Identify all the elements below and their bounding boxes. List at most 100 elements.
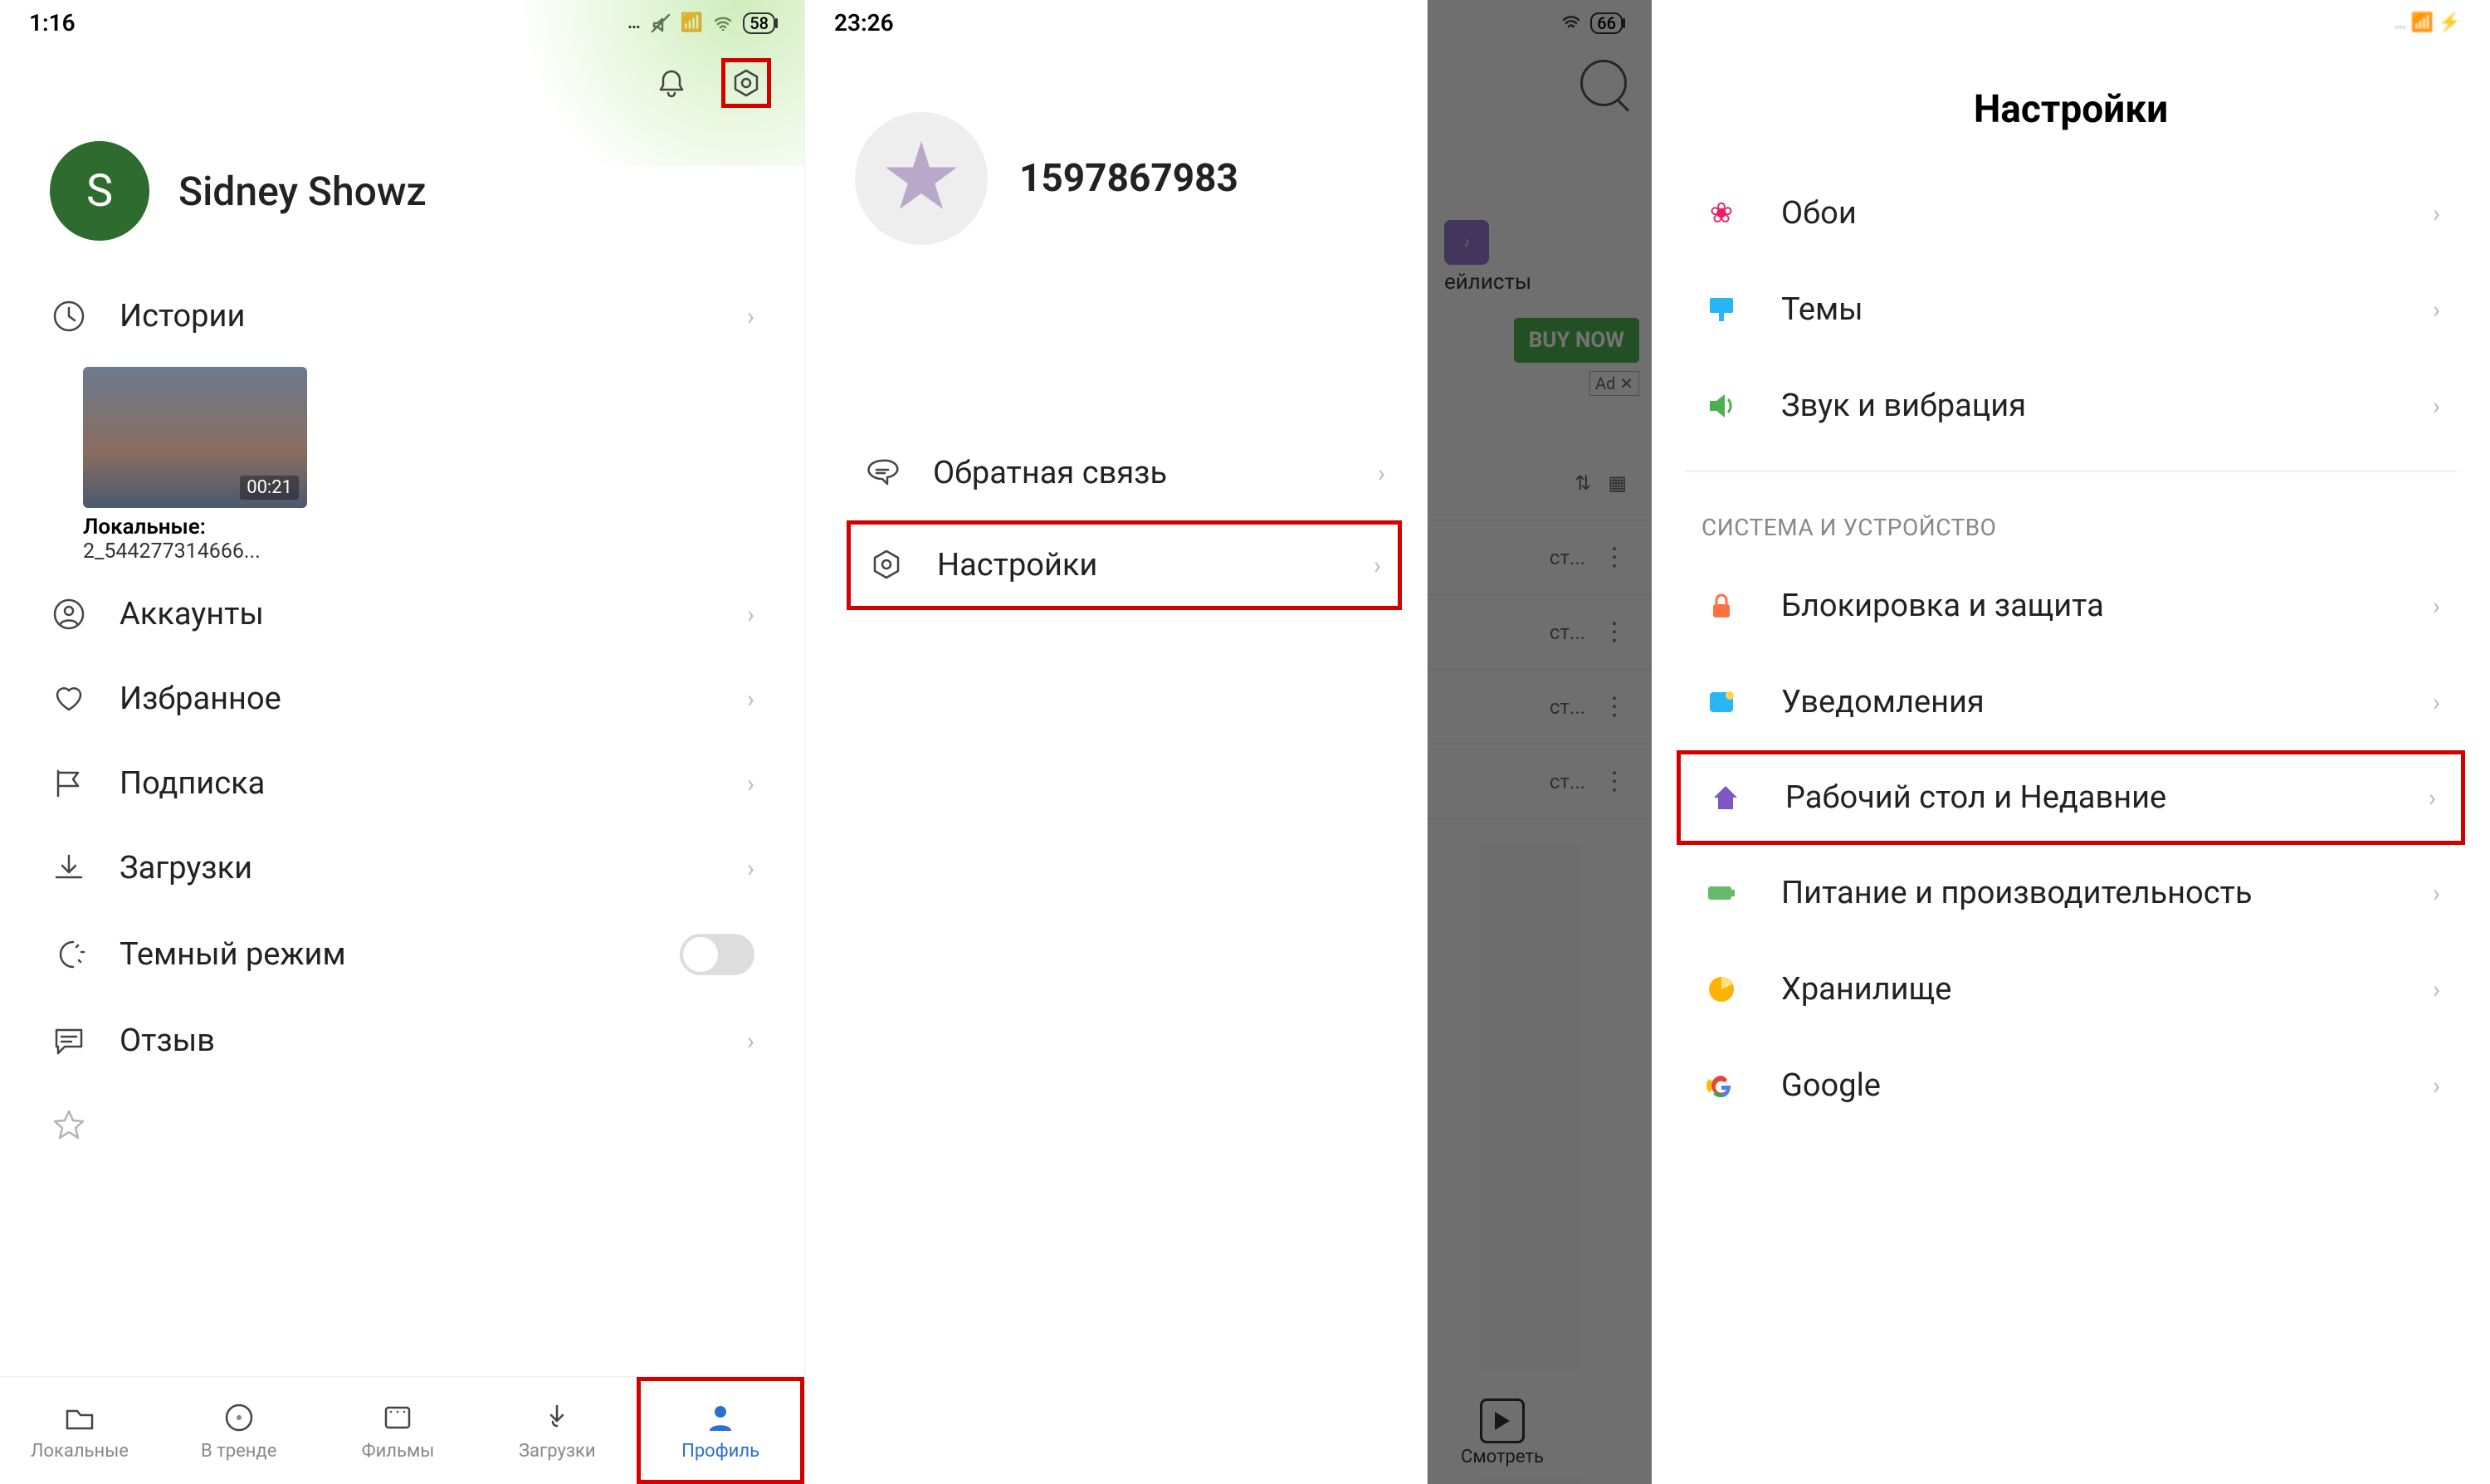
google-icon (1702, 1066, 1741, 1106)
heart-icon (50, 680, 88, 718)
settings-item-storage[interactable]: Хранилище › (1685, 941, 2457, 1037)
person-circle-icon (50, 595, 88, 633)
menu-item-history[interactable]: Истории › (33, 274, 771, 359)
home-icon (1706, 778, 1745, 818)
top-toolbar (0, 46, 804, 120)
settings-category: СИСТЕМА И УСТРОЙСТВО (1652, 489, 2490, 558)
modal-overlay[interactable] (1428, 0, 1652, 1484)
chevron-right-icon: › (747, 685, 754, 714)
username-label: Sidney Showz (178, 168, 427, 215)
nav-profile[interactable]: Профиль (637, 1377, 804, 1484)
story-caption-2: 2_544277314666... (83, 539, 721, 564)
star-icon (884, 141, 959, 216)
profile-header[interactable]: S Sidney Showz (0, 120, 804, 274)
settings-item-google[interactable]: Google › (1685, 1037, 2457, 1134)
status-bar: 23:26 (805, 0, 1427, 46)
screen-system-settings: ‎ … 📶 ⚡ Настройки ❀ Обои › Темы › Звук и… (1652, 0, 2490, 1484)
notifications-square-icon (1702, 682, 1741, 722)
story-thumbnail: 00:21 (83, 367, 307, 508)
battery-icon (1702, 873, 1741, 913)
chevron-right-icon: › (747, 1027, 754, 1056)
profile-menu: Истории › 00:21 Локальные: 2_54427731466… (0, 274, 804, 1168)
avatar: S (50, 141, 149, 241)
settings-item-power[interactable]: Питание и производительность › (1685, 845, 2457, 941)
clock-icon (50, 297, 88, 335)
storage-pie-icon (1702, 969, 1741, 1009)
settings-item-lock[interactable]: Блокировка и защита › (1685, 558, 2457, 654)
chevron-right-icon: › (2433, 295, 2440, 325)
notifications-button[interactable] (647, 58, 696, 108)
nav-downloads[interactable]: Загрузки (477, 1377, 637, 1484)
video-duration: 00:21 (240, 476, 299, 500)
chevron-right-icon: › (747, 302, 754, 331)
chevron-right-icon: › (2433, 688, 2440, 717)
wallpaper-icon: ❀ (1702, 193, 1741, 233)
battery-indicator: 58 (743, 12, 775, 34)
menu-item-settings[interactable]: Настройки › (847, 520, 1402, 610)
folder-icon (61, 1399, 98, 1436)
star-outline-icon (50, 1106, 88, 1145)
divider (1685, 471, 2457, 472)
speaker-icon (1702, 386, 1741, 426)
settings-item-notifications[interactable]: Уведомления › (1685, 654, 2457, 750)
chevron-right-icon: › (2433, 879, 2440, 908)
settings-button[interactable] (721, 58, 771, 108)
chat-icon (50, 1022, 88, 1060)
chevron-right-icon: › (2433, 199, 2440, 228)
avatar (855, 112, 988, 245)
menu-item-dark-mode: Темный режим (33, 910, 771, 998)
settings-item-themes[interactable]: Темы › (1685, 261, 2457, 358)
gear-hex-icon (867, 546, 906, 584)
bell-icon (655, 66, 688, 100)
menu-item-feedback[interactable]: Отзыв › (33, 998, 771, 1083)
menu-item-favorites[interactable]: Избранное › (33, 657, 771, 741)
status-bar: ‎ … 📶 ⚡ (1652, 0, 2490, 46)
screen-dimmed-background: 66 ♪ ейлисты BUY NOW Ad ✕ ⇅ ▦ ст...⋮ ст.… (1428, 0, 1652, 1484)
settings-item-wallpaper[interactable]: ❀ Обои › (1685, 165, 2457, 261)
settings-list: ❀ Обои › Темы › Звук и вибрация › (1652, 165, 2490, 454)
themes-icon (1702, 290, 1741, 330)
status-time: 23:26 (834, 9, 894, 37)
chevron-right-icon: › (747, 600, 754, 629)
username-label: 1597867983 (1019, 156, 1238, 201)
menu-item-downloads[interactable]: Загрузки › (33, 826, 771, 910)
chevron-right-icon: › (747, 854, 754, 883)
screen-profile: 1:16 … 📶 58 S Sidney Showz Истории › 00:… (0, 0, 805, 1484)
flag-icon (50, 764, 88, 803)
menu-item-accounts[interactable]: Аккаунты › (33, 572, 771, 657)
nav-trending[interactable]: В тренде (159, 1377, 319, 1484)
menu-item-subscription[interactable]: Подписка › (33, 741, 771, 826)
chevron-right-icon: › (1374, 551, 1381, 580)
chevron-right-icon: › (2433, 592, 2440, 621)
play-circle-icon (221, 1399, 257, 1436)
nav-local[interactable]: Локальные (0, 1377, 159, 1484)
chevron-right-icon: › (2433, 975, 2440, 1004)
chevron-right-icon: › (2433, 1072, 2440, 1101)
settings-item-sound[interactable]: Звук и вибрация › (1685, 358, 2457, 454)
gear-hex-icon (730, 66, 763, 100)
screen-account: 23:26 1597867983 Обратная связь › Настро… (805, 0, 1428, 1484)
person-icon (702, 1399, 739, 1436)
status-time: 1:16 (29, 9, 76, 37)
download-icon (50, 849, 88, 887)
settings-system-list: Блокировка и защита › Уведомления › (1652, 558, 2490, 750)
chat-bubble-icon (863, 454, 901, 492)
menu-item-feedback[interactable]: Обратная связь › (855, 427, 1394, 519)
lock-icon (1702, 586, 1741, 626)
profile-header[interactable]: 1597867983 (805, 46, 1427, 295)
chevron-right-icon: › (747, 769, 754, 798)
settings-system-list-2: Питание и производительность › Хранилище… (1652, 845, 2490, 1134)
history-story-thumb[interactable]: 00:21 Локальные: 2_544277314666... (83, 367, 721, 564)
nav-movies[interactable]: Фильмы (319, 1377, 478, 1484)
chevron-right-icon: › (2433, 392, 2440, 421)
moon-icon (50, 935, 88, 974)
chevron-right-icon: › (1378, 459, 1385, 488)
settings-item-home-highlighted[interactable]: Рабочий стол и Недавние › (1677, 750, 2465, 845)
download-nav-icon (539, 1399, 575, 1436)
dark-mode-toggle[interactable] (680, 934, 754, 975)
film-icon (379, 1399, 416, 1436)
menu-item-truncated[interactable] (33, 1083, 771, 1168)
story-caption-1: Локальные: (83, 515, 721, 539)
account-menu: Обратная связь › Настройки › (805, 427, 1427, 610)
bottom-navigation: Локальные В тренде Фильмы Загрузки Профи… (0, 1376, 804, 1484)
